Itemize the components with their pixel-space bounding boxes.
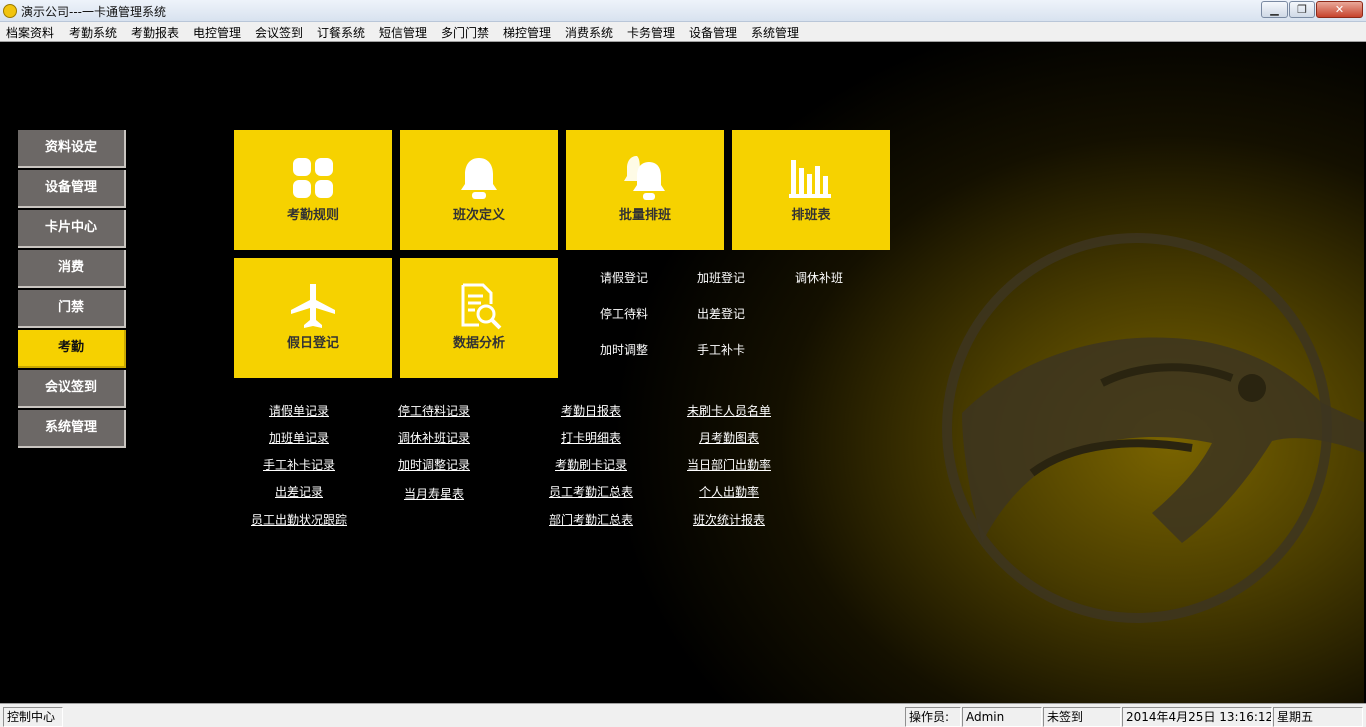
sign-status: 未签到	[1043, 707, 1121, 727]
tile-label: 考勤规则	[286, 208, 339, 223]
status-bar: 控制中心 操作员: Admin 未签到 2014年4月25日 13:16:12 …	[0, 703, 1366, 727]
menu-system-management[interactable]: 系统管理	[751, 24, 799, 41]
report-overtime-records[interactable]: 加班单记录	[269, 429, 329, 446]
link-overtime-register[interactable]: 加班登记	[697, 269, 745, 286]
report-birthdays-this-month[interactable]: 当月寿星表	[404, 485, 464, 502]
document-search-icon	[461, 283, 502, 330]
bar-chart-icon	[789, 160, 831, 198]
status-weekday: 星期五	[1273, 707, 1363, 727]
menu-power-control[interactable]: 电控管理	[193, 24, 241, 41]
report-work-stoppage-records[interactable]: 停工待料记录	[398, 402, 470, 419]
menu-attendance-system[interactable]: 考勤系统	[69, 24, 117, 41]
report-daily-attendance[interactable]: 考勤日报表	[561, 402, 621, 419]
close-button[interactable]: ✕	[1316, 1, 1363, 18]
report-personal-attendance-rate[interactable]: 个人出勤率	[699, 483, 759, 500]
menu-meeting-checkin[interactable]: 会议签到	[255, 24, 303, 41]
tile-label: 排班表	[791, 208, 831, 223]
title-bar: 演示公司---一卡通管理系统 ▁ ❐ ✕	[0, 0, 1366, 22]
link-shift-swap[interactable]: 调休补班	[795, 269, 843, 286]
link-overtime-adjust[interactable]: 加时调整	[600, 341, 648, 358]
menu-attendance-reports[interactable]: 考勤报表	[131, 24, 179, 41]
menu-meal-ordering[interactable]: 订餐系统	[317, 24, 365, 41]
operator-name: Admin	[962, 707, 1042, 727]
tile-label: 批量排班	[618, 208, 671, 223]
report-leave-records[interactable]: 请假单记录	[269, 402, 329, 419]
report-employee-attendance-tracking[interactable]: 员工出勤状况跟踪	[251, 511, 347, 528]
tile-attendance-rules[interactable]: 考勤规则	[234, 130, 392, 250]
link-leave-register[interactable]: 请假登记	[600, 269, 648, 286]
report-department-summary[interactable]: 部门考勤汇总表	[549, 511, 633, 528]
nav-item-consumption[interactable]: 消费	[18, 250, 126, 288]
menu-card-service[interactable]: 卡务管理	[627, 24, 675, 41]
menu-multi-door[interactable]: 多门门禁	[441, 24, 489, 41]
tile-batch-scheduling[interactable]: 批量排班	[566, 130, 724, 250]
report-monthly-chart[interactable]: 月考勤图表	[699, 429, 759, 446]
window-title: 演示公司---一卡通管理系统	[21, 5, 166, 19]
nav-item-device-management[interactable]: 设备管理	[18, 170, 126, 208]
nav-item-data-settings[interactable]: 资料设定	[18, 130, 126, 168]
menu-device-management[interactable]: 设备管理	[689, 24, 737, 41]
eagle-logo-watermark	[942, 233, 1364, 623]
main-panel: 资料设定 设备管理 卡片中心 消费 门禁 考勤 会议签到 系统管理 考勤规则 班…	[2, 43, 1364, 703]
report-business-trip-records[interactable]: 出差记录	[275, 483, 323, 500]
report-employee-summary[interactable]: 员工考勤汇总表	[549, 483, 633, 500]
link-manual-punch[interactable]: 手工补卡	[697, 341, 745, 358]
nav-item-meeting-checkin[interactable]: 会议签到	[18, 370, 126, 408]
menu-elevator-control[interactable]: 梯控管理	[503, 24, 551, 41]
airplane-icon	[291, 284, 335, 328]
status-datetime: 2014年4月25日 13:16:12	[1122, 707, 1272, 727]
nav-item-access-control[interactable]: 门禁	[18, 290, 126, 328]
tile-shift-definition[interactable]: 班次定义	[400, 130, 558, 250]
menu-archives[interactable]: 档案资料	[6, 24, 54, 41]
maximize-button[interactable]: ❐	[1289, 1, 1315, 18]
report-attendance-swipes[interactable]: 考勤刷卡记录	[555, 456, 627, 473]
link-work-stoppage[interactable]: 停工待料	[600, 305, 648, 322]
grid-icon	[293, 158, 333, 198]
report-dept-attendance-rate[interactable]: 当日部门出勤率	[687, 456, 771, 473]
report-punch-details[interactable]: 打卡明细表	[561, 429, 621, 446]
double-bell-icon	[624, 156, 665, 200]
operator-label: 操作员:	[905, 707, 961, 727]
tile-data-analysis[interactable]: 数据分析	[400, 258, 558, 378]
link-business-trip[interactable]: 出差登记	[697, 305, 745, 322]
report-no-swipe-list[interactable]: 未刷卡人员名单	[687, 402, 771, 419]
tile-label: 班次定义	[452, 208, 505, 223]
menu-sms[interactable]: 短信管理	[379, 24, 427, 41]
tile-label: 数据分析	[452, 336, 505, 351]
app-logo-icon	[3, 4, 17, 18]
report-manual-punch-records[interactable]: 手工补卡记录	[263, 456, 335, 473]
menu-bar: 档案资料 考勤系统 考勤报表 电控管理 会议签到 订餐系统 短信管理 多门门禁 …	[0, 22, 1366, 42]
nav-item-system-management[interactable]: 系统管理	[18, 410, 126, 448]
tile-label: 假日登记	[286, 336, 339, 351]
nav-item-attendance[interactable]: 考勤	[18, 330, 126, 368]
nav-item-card-center[interactable]: 卡片中心	[18, 210, 126, 248]
report-shift-statistics[interactable]: 班次统计报表	[693, 511, 765, 528]
bell-icon	[461, 158, 497, 199]
minimize-button[interactable]: ▁	[1261, 1, 1288, 18]
menu-consumption[interactable]: 消费系统	[565, 24, 613, 41]
tile-schedule-table[interactable]: 排班表	[732, 130, 890, 250]
report-shift-swap-records[interactable]: 调休补班记录	[398, 429, 470, 446]
tile-holiday-register[interactable]: 假日登记	[234, 258, 392, 378]
report-overtime-adjust-records[interactable]: 加时调整记录	[398, 456, 470, 473]
control-center-tab[interactable]: 控制中心	[3, 707, 63, 727]
